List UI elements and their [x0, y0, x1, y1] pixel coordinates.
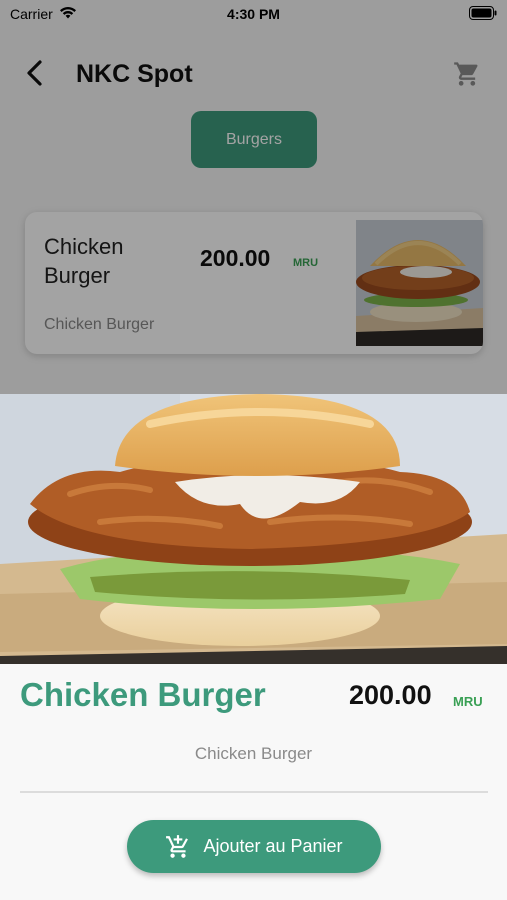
divider [20, 791, 488, 793]
detail-description: Chicken Burger [194, 744, 313, 763]
add-to-cart-label: Ajouter au Panier [203, 836, 343, 856]
add-to-cart-button[interactable]: Ajouter au Panier [127, 820, 381, 873]
detail-title: Chicken Burger [20, 676, 266, 713]
product-detail-sheet: Chicken Burger 200.00 MRU Chicken Burger… [0, 394, 507, 900]
product-hero-image [0, 394, 507, 664]
add-to-cart-icon [166, 834, 189, 858]
detail-price: 200.00 [349, 680, 432, 710]
detail-currency: MRU [453, 694, 483, 709]
